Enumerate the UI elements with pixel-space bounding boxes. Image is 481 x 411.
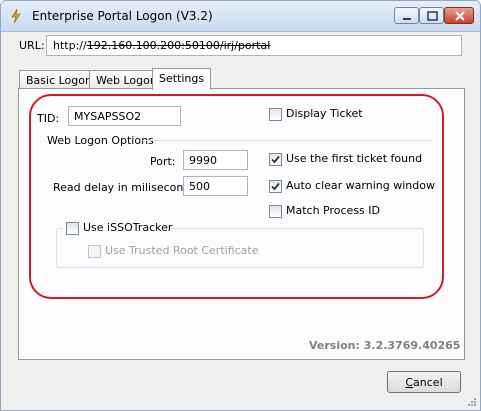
url-struck-text: 192.160.100.200:50100/irj/portal xyxy=(86,39,271,52)
use-isso-tracker-checkbox[interactable] xyxy=(66,222,79,235)
cancel-accelerator: C xyxy=(405,376,414,389)
read-delay-label: Read delay in milisecond: xyxy=(53,181,195,194)
title-bar[interactable]: Enterprise Portal Logon (V3.2) xyxy=(1,1,480,32)
url-prefix: http:// xyxy=(53,39,87,52)
tid-input[interactable]: MYSAPSSO2 xyxy=(68,106,181,126)
minimize-button[interactable] xyxy=(394,7,419,24)
port-label: Port: xyxy=(150,155,176,168)
tid-label: TID: xyxy=(37,112,60,125)
cancel-button[interactable]: Cancel xyxy=(387,371,461,393)
checkmark-icon xyxy=(271,182,280,191)
web-logon-options-divider xyxy=(142,140,432,141)
version-label: Version: 3.2.3769.40265 xyxy=(309,339,461,352)
display-ticket-checkbox[interactable] xyxy=(269,108,282,121)
use-first-ticket-label: Use the first ticket found xyxy=(286,152,423,165)
use-first-ticket-checkbox[interactable] xyxy=(269,153,282,166)
close-button[interactable] xyxy=(444,7,474,24)
tab-settings[interactable]: Settings xyxy=(152,68,212,90)
lightning-app-icon xyxy=(8,8,24,24)
trusted-root-label: Use Trusted Root Certificate xyxy=(105,244,259,257)
auto-clear-label: Auto clear warning window xyxy=(286,179,435,192)
match-process-checkbox[interactable] xyxy=(269,205,282,218)
maximize-icon xyxy=(427,11,438,21)
logon-window: Enterprise Portal Logon (V3.2) URL: http… xyxy=(0,0,481,411)
read-delay-input[interactable]: 500 xyxy=(183,176,248,196)
port-input[interactable]: 9990 xyxy=(183,150,248,170)
url-label: URL: xyxy=(19,39,45,52)
resize-grip-icon[interactable] xyxy=(467,397,477,407)
close-icon xyxy=(455,11,465,21)
tab-basic-logon[interactable]: Basic Logon xyxy=(19,70,99,90)
match-process-label: Match Process ID xyxy=(286,204,380,217)
use-isso-tracker-label: Use iSSOTracker xyxy=(83,221,173,234)
maximize-button[interactable] xyxy=(419,7,444,24)
trusted-root-checkbox[interactable] xyxy=(88,245,101,258)
cancel-label: ancel xyxy=(413,376,443,389)
minimize-icon xyxy=(403,18,411,20)
auto-clear-checkbox[interactable] xyxy=(269,180,282,193)
display-ticket-label: Display Ticket xyxy=(286,107,363,120)
checkmark-icon xyxy=(271,155,280,164)
web-logon-options-label: Web Logon Options xyxy=(47,134,154,147)
url-field[interactable]: http://192.160.100.200:50100/irj/portal xyxy=(46,35,462,56)
window-title: Enterprise Portal Logon (V3.2) xyxy=(32,9,213,23)
